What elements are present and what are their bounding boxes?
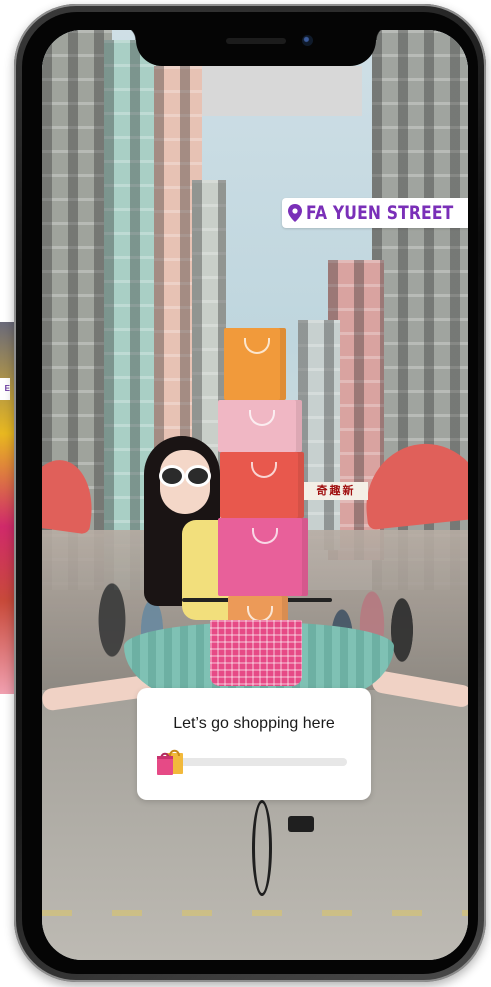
- shop-sign: 奇趣新: [304, 482, 368, 500]
- shopping-bag: [224, 328, 286, 400]
- shopping-bag: [228, 596, 288, 622]
- bicycle-wheel: [252, 800, 272, 896]
- location-label: FA YUEN STREET: [306, 202, 454, 224]
- adjacent-story-sticker: E: [0, 378, 10, 400]
- phone-notch: [122, 30, 390, 66]
- shopping-bags-emoji-icon[interactable]: [153, 744, 187, 778]
- building-right: [298, 320, 340, 550]
- earpiece-speaker: [226, 38, 286, 44]
- shopping-bag: [218, 400, 302, 452]
- stage: E 奇趣新 FA YUEN STREET Let’s go shopping h…: [0, 0, 491, 987]
- front-camera: [302, 35, 313, 46]
- story-screen[interactable]: 奇趣新 FA YUEN STREET Let’s go shopping her…: [42, 30, 468, 960]
- emoji-slider-sticker[interactable]: Let’s go shopping here: [137, 688, 371, 800]
- bicycle-pedal: [288, 816, 314, 832]
- adjacent-story-preview[interactable]: E: [0, 322, 14, 694]
- slider-track[interactable]: [167, 758, 347, 766]
- road-markings: [42, 910, 468, 916]
- poll-question: Let’s go shopping here: [173, 715, 335, 732]
- sunglasses: [162, 468, 208, 484]
- shopping-bag: [218, 518, 308, 596]
- bicycle-basket: [210, 620, 302, 686]
- location-sticker[interactable]: FA YUEN STREET: [282, 198, 468, 228]
- location-pin-icon: [288, 204, 302, 222]
- shopping-bag: [220, 452, 304, 518]
